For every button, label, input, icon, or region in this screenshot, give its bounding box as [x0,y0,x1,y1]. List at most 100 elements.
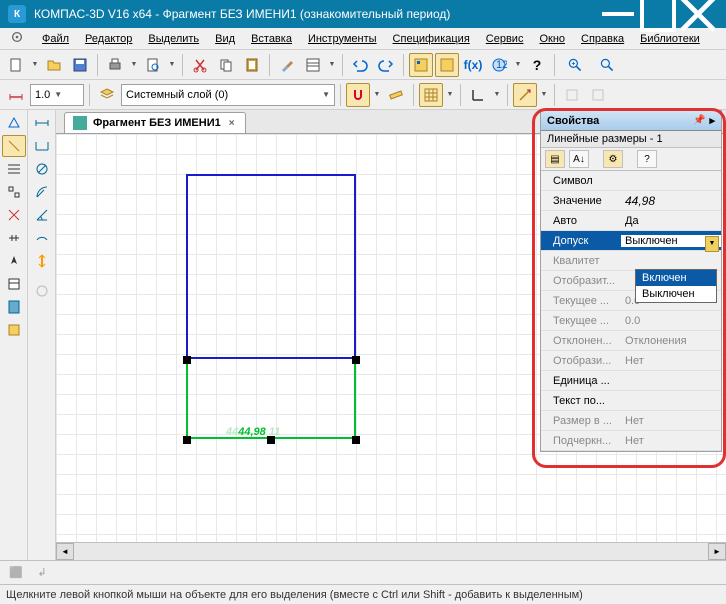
scroll-track[interactable] [74,543,708,560]
stop-button[interactable]: ⬛ [4,561,28,585]
sort-button[interactable]: A↓ [569,150,589,168]
selection-handle[interactable] [352,436,360,444]
new-dropdown[interactable]: ▼ [30,61,40,68]
circle-tool[interactable] [30,280,54,302]
print-button[interactable] [103,53,127,77]
gear-icon[interactable] [4,28,30,49]
diameter-dim-tool[interactable] [30,158,54,180]
menu-editor[interactable]: Редактор [77,30,140,48]
prop-row-frame[interactable]: Размер в ...Нет [541,411,721,431]
menu-tools[interactable]: Инструменты [300,30,385,48]
new-button[interactable] [4,53,28,77]
brush-button[interactable] [275,53,299,77]
scroll-right-button[interactable]: ► [708,543,726,560]
edit-tool[interactable] [2,181,26,203]
linear-dim-tool[interactable] [30,135,54,157]
designation-tool[interactable] [2,158,26,180]
categorize-button[interactable]: ▤ [545,150,565,168]
prop-row-kvalitet[interactable]: Квалитет [541,251,721,271]
filter-button[interactable]: ⚙ [603,150,623,168]
param-tool[interactable] [2,204,26,226]
prop-row-underline[interactable]: Подчеркн...Нет [541,431,721,451]
open-button[interactable] [42,53,66,77]
redo-button[interactable] [374,53,398,77]
prop-row-value[interactable]: Значение44,98 [541,191,721,211]
menu-help[interactable]: Справка [573,30,632,48]
arc-dim-tool[interactable] [30,227,54,249]
layer-combo[interactable]: Системный слой (0)▼ [121,84,335,106]
radius-dim-tool[interactable] [30,181,54,203]
edit2-button[interactable] [586,83,610,107]
prop-row-symbol[interactable]: Символ [541,171,721,191]
ortho-dropdown[interactable]: ▼ [539,91,549,98]
geometry-tool[interactable] [2,112,26,134]
scroll-left-button[interactable]: ◄ [56,543,74,560]
dropdown-option-off[interactable]: Выключен [636,286,716,302]
selection-handle[interactable] [183,356,191,364]
layers-button[interactable] [95,83,119,107]
measure-button[interactable] [384,83,408,107]
ortho-button[interactable] [513,83,537,107]
fx-button[interactable]: f(x) [461,53,485,77]
insert-tool[interactable] [2,319,26,341]
properties-button[interactable] [301,53,325,77]
dropdown-button[interactable]: ▼ [705,236,719,252]
cut-button[interactable] [188,53,212,77]
height-dim-tool[interactable] [30,250,54,272]
prop-row-text[interactable]: Текст по... [541,391,721,411]
variables-button[interactable] [435,53,459,77]
reports-tool[interactable] [2,296,26,318]
angle-dim-tool[interactable] [30,204,54,226]
auto-dim-tool[interactable] [30,112,54,134]
lcs-dropdown[interactable]: ▼ [492,91,502,98]
minimize-button[interactable] [598,0,638,28]
selection-handle[interactable] [352,356,360,364]
copy-button[interactable] [214,53,238,77]
select-tool[interactable] [2,250,26,272]
create-button[interactable]: ↲ [30,561,54,585]
prop-row-tolerance[interactable]: ДопускВыключен▼ [541,231,721,251]
lcs-button[interactable] [466,83,490,107]
print-dropdown[interactable]: ▼ [129,61,139,68]
maximize-button[interactable] [638,0,678,28]
help-button2[interactable]: ? [637,150,657,168]
manager-button[interactable] [409,53,433,77]
save-button[interactable] [68,53,92,77]
prop-row-deviation[interactable]: Отклонен...Отклонения [541,331,721,351]
menu-select[interactable]: Выделить [140,30,207,48]
calc-dropdown[interactable]: ▼ [513,61,523,68]
menu-window[interactable]: Окно [531,30,573,48]
properties-dropdown[interactable]: ▼ [327,61,337,68]
calc-button[interactable]: 12 [487,53,511,77]
tab-close-button[interactable]: × [227,118,237,129]
help-button[interactable]: ? [525,53,549,77]
edit-button[interactable] [560,83,584,107]
snap-button[interactable] [346,83,370,107]
snap-dropdown[interactable]: ▼ [372,91,382,98]
close-button[interactable] [678,0,718,28]
zoom-fit-button[interactable] [592,53,622,77]
menu-libs[interactable]: Библиотеки [632,30,708,48]
undo-button[interactable] [348,53,372,77]
rectangle-shape[interactable] [186,174,356,359]
paste-button[interactable] [240,53,264,77]
document-tab[interactable]: Фрагмент БЕЗ ИМЕНИ1 × [64,112,246,133]
menu-service[interactable]: Сервис [478,30,532,48]
dimension-tool[interactable] [2,135,26,157]
dimension-text[interactable]: 4444,98 11 [226,419,280,440]
prop-row-display2[interactable]: Отобрази...Нет [541,351,721,371]
pin-icon[interactable]: 📌 [693,115,705,126]
menu-view[interactable]: Вид [207,30,243,48]
chevron-right-icon[interactable]: ▸ [709,114,715,127]
grid-button[interactable] [419,83,443,107]
preview-button[interactable] [141,53,165,77]
scale-combo[interactable]: 1.0▼ [30,84,84,106]
menu-spec[interactable]: Спецификация [385,30,478,48]
prop-row-auto[interactable]: АвтоДа [541,211,721,231]
dropdown-option-on[interactable]: Включен [636,270,716,286]
selection-handle[interactable] [183,436,191,444]
measure-tool[interactable] [2,227,26,249]
menu-file[interactable]: Файл [34,30,77,48]
prop-row-unit[interactable]: Единица ... [541,371,721,391]
horizontal-scrollbar[interactable]: ◄ ► [56,542,726,560]
